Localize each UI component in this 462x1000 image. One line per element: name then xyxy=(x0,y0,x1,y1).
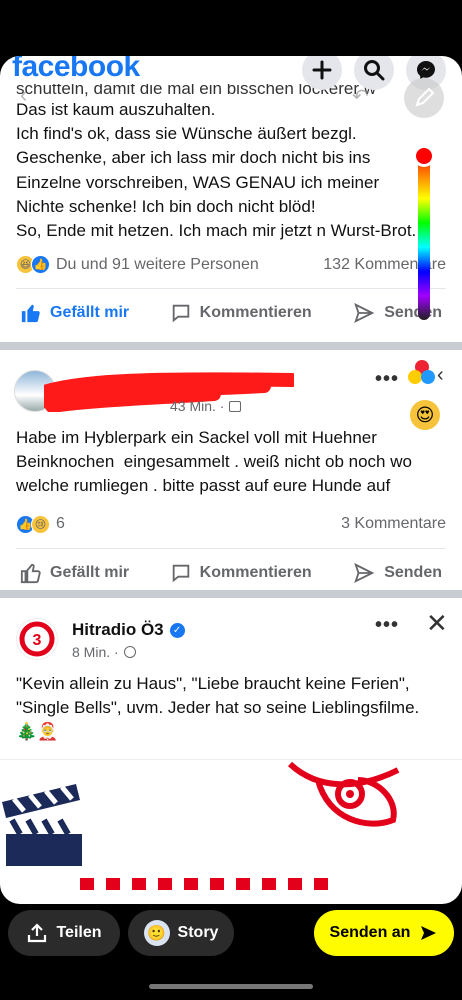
verified-badge-icon: ✓ xyxy=(169,622,185,638)
thumbs-up-icon xyxy=(21,304,40,323)
send-label: Senden xyxy=(384,304,442,322)
post-2-line: Habe im Hyblerpark ein Sackel voll mit H… xyxy=(16,428,377,447)
author-name[interactable]: Hitradio Ö3 xyxy=(72,620,164,640)
reaction-icons: 👍 😢 6 xyxy=(16,514,65,534)
color-palette-icon[interactable] xyxy=(408,360,438,390)
send-icon xyxy=(354,303,375,324)
clapperboard-icon xyxy=(2,783,82,866)
post-1-text: schütteln, damit die mal ein bisschen lo… xyxy=(0,84,462,243)
screenshot-content: schütteln, damit die mal ein bisschen lo… xyxy=(0,56,462,904)
post-2-reactions[interactable]: 👍 😢 6 3 Kommentare xyxy=(0,514,462,534)
post-3-image[interactable] xyxy=(0,758,462,899)
post-3-line: "Kevin allein zu Haus", "Liebe braucht k… xyxy=(16,674,410,693)
reaction-icons: 😆 👍 Du und 91 weitere Personen xyxy=(16,255,259,275)
comment-label: Kommentieren xyxy=(199,304,312,322)
heart-eyes-emoji-icon[interactable]: 😍 xyxy=(410,400,440,430)
post-time[interactable]: 43 Min. · xyxy=(170,398,224,414)
reactions-summary: Du und 91 weitere Personen xyxy=(56,255,259,273)
post-1-line: Geschenke, aber ich lass mir doch nicht … xyxy=(16,148,371,168)
send-icon xyxy=(354,562,375,583)
share-button[interactable]: Teilen xyxy=(8,910,120,956)
like-button[interactable]: Gefällt mir xyxy=(20,302,129,324)
post-2: 43 Min. · ••• ‹ 😍 Habe im Hyblerpark ein… xyxy=(0,350,462,597)
send-to-button[interactable]: Senden an xyxy=(314,910,454,956)
image-caption-partial xyxy=(80,870,340,890)
post-separator xyxy=(0,342,462,350)
post-1-line: So, Ende mit hetzen. Ich mach mir jetzt … xyxy=(16,221,417,241)
post-2-line: welche rumliegen . bitte passt auf eure … xyxy=(16,476,391,496)
send-button[interactable]: Senden xyxy=(352,562,442,584)
post-1-line: Das ist kaum auszuhalten. xyxy=(16,100,216,119)
post-1: schütteln, damit die mal ein bisschen lo… xyxy=(0,84,462,337)
post-1-line: Nichte schenke! Ich bin doch nicht blöd! xyxy=(16,196,316,216)
post-1-line: Einzelne vorschreiben, WAS GENAU ich mei… xyxy=(16,172,380,192)
undo-icon[interactable]: ↶ xyxy=(352,84,369,109)
post-1-line: Ich find's ok, dass sie Wünsche äußert b… xyxy=(16,124,357,144)
post-3-text: "Kevin allein zu Haus", "Liebe braucht k… xyxy=(0,672,462,745)
globe-icon xyxy=(123,646,136,658)
more-options-icon[interactable]: ••• xyxy=(375,614,399,637)
post-3-emoji-line: 🎄🤶 xyxy=(16,722,59,742)
svg-text:3: 3 xyxy=(33,632,42,649)
post-1-reactions[interactable]: 😆 👍 Du und 91 weitere Personen 132 Komme… xyxy=(0,255,462,275)
bitmoji-avatar-icon: 🙂 xyxy=(143,920,170,946)
send-label: Senden xyxy=(384,563,442,581)
draw-pencil-icon[interactable] xyxy=(404,78,444,118)
hitradio-o3-logo[interactable]: 3 xyxy=(16,618,58,660)
reaction-count: 6 xyxy=(56,515,65,533)
post-2-meta: 43 Min. · xyxy=(170,398,242,414)
facebook-logo[interactable]: facebook xyxy=(12,56,146,84)
close-icon[interactable]: ✕ xyxy=(426,608,448,639)
like-reaction-icon: 👍 xyxy=(31,255,50,275)
color-slider[interactable] xyxy=(413,145,435,320)
close-icon[interactable]: ‹ xyxy=(437,364,444,387)
like-label: Gefällt mir xyxy=(50,304,130,322)
post-separator xyxy=(0,590,462,598)
like-button[interactable]: Gefällt mir xyxy=(20,562,129,584)
sad-icon: 😢 xyxy=(31,514,50,534)
post-1-actions: Gefällt mir Kommentieren Senden xyxy=(0,289,462,337)
post-time[interactable]: 8 Min. · xyxy=(72,644,119,660)
like-label: Gefällt mir xyxy=(50,563,130,581)
comment-icon xyxy=(172,304,189,323)
facebook-header: facebook xyxy=(0,56,462,96)
post-3-line: "Single Bells", uvm. Jeder hat so seine … xyxy=(16,698,420,718)
arrow-right-icon xyxy=(421,926,437,940)
post-3-header: 3 Hitradio Ö3 ✓ 8 Min. · ••• ✕ xyxy=(0,598,462,668)
comment-button[interactable]: Kommentieren xyxy=(170,562,312,584)
color-slider-handle[interactable] xyxy=(413,145,435,167)
post-2-text: Habe im Hyblerpark ein Sackel voll mit H… xyxy=(0,426,462,499)
comment-icon xyxy=(172,564,189,582)
share-label: Teilen xyxy=(56,924,102,941)
story-button[interactable]: 🙂 Story xyxy=(128,910,234,956)
friends-icon xyxy=(229,400,242,412)
comments-count[interactable]: 3 Kommentare xyxy=(341,515,446,533)
post-3-author-row: Hitradio Ö3 ✓ xyxy=(72,620,185,640)
send-to-label: Senden an xyxy=(329,924,411,941)
home-indicator xyxy=(149,984,313,989)
plus-icon[interactable] xyxy=(302,56,342,90)
comment-button[interactable]: Kommentieren xyxy=(170,302,312,324)
back-icon[interactable]: ‹ xyxy=(20,82,27,108)
redacted-name-scribble xyxy=(37,372,299,413)
thumbs-up-icon xyxy=(20,563,41,583)
comment-label: Kommentieren xyxy=(199,563,312,581)
snapchat-bottom-bar: Teilen 🙂 Story Senden an xyxy=(0,904,462,1000)
post-2-line: Beinknochen eingesammelt . weiß nicht ob… xyxy=(16,452,412,472)
post-2-header: 43 Min. · ••• ‹ 😍 xyxy=(0,350,462,430)
post-3-meta: 8 Min. · xyxy=(72,644,136,660)
more-options-icon[interactable]: ••• xyxy=(375,368,399,391)
post-3: 3 Hitradio Ö3 ✓ 8 Min. · ••• ✕ "Kevin al… xyxy=(0,598,462,899)
eye-logo-icon xyxy=(288,761,400,827)
share-icon xyxy=(28,923,47,943)
story-label: Story xyxy=(177,924,219,941)
